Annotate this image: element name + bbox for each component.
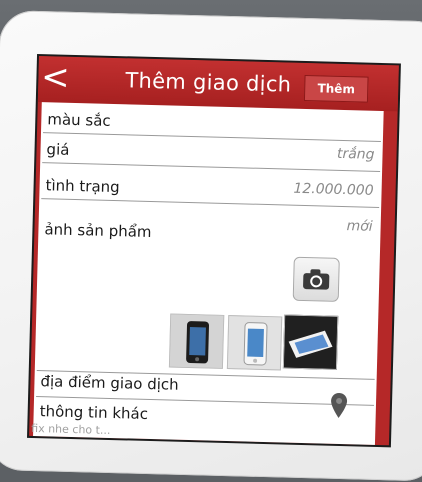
photo-thumbnail[interactable] [226,315,283,371]
price-label: giá [46,140,70,159]
location-label: địa điểm giao dịch [40,372,179,394]
photo-thumbnail[interactable] [168,313,225,369]
camera-button[interactable] [292,256,340,302]
price-value[interactable]: 12.000.000 [293,181,374,199]
page-title: Thêm giao dịch [125,68,292,97]
phone-image [283,315,338,369]
field-divider [42,132,381,142]
map-pin-icon[interactable] [330,392,349,420]
app-screen: < Thêm giao dịch Thêm màu sắc trắng giá … [29,56,399,446]
field-divider [41,198,380,208]
chevron-left-icon: < [40,57,71,98]
camera-icon [303,269,330,290]
phone-image [227,316,282,370]
photo-thumbnail[interactable] [282,314,339,370]
condition-value[interactable]: mới [346,218,373,235]
phone-image [169,314,224,368]
condition-label: tình trạng [45,176,120,197]
add-button[interactable]: Thêm [303,74,369,103]
back-button[interactable]: < [40,57,71,98]
other-info-label: thông tin khác [39,402,149,423]
photos-label: ảnh sản phẩm [44,220,152,242]
other-info-input[interactable]: fix nhe cho t... [31,422,111,437]
color-value[interactable]: trắng [337,146,375,163]
transaction-form: màu sắc trắng giá 12.000.000 tình trạng … [31,102,384,446]
color-label: màu sắc [47,110,111,130]
field-divider [42,162,381,172]
